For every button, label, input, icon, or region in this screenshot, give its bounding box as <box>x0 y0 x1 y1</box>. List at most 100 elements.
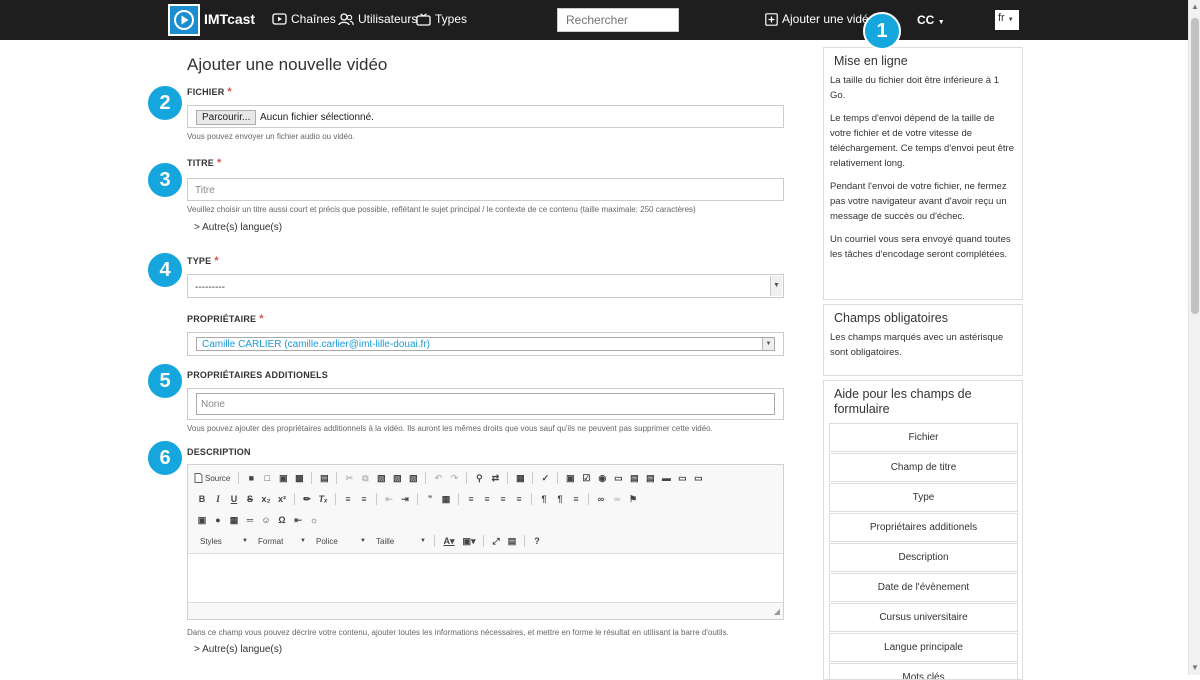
search-input[interactable] <box>557 8 679 32</box>
image-button-icon[interactable]: ▭ <box>674 470 690 486</box>
styles-combo[interactable]: Styles ▼ <box>194 534 252 548</box>
replace-icon[interactable]: ⇄ <box>487 470 503 486</box>
underline-icon[interactable]: U <box>226 491 242 507</box>
help-item-description[interactable]: Description <box>829 543 1018 572</box>
link-icon[interactable]: ∞ <box>593 491 609 507</box>
paste-icon[interactable]: ▧ <box>373 470 389 486</box>
title-other-languages-link[interactable]: > Autre(s) langue(s) <box>194 222 282 233</box>
select-all-icon[interactable]: ▦ <box>512 470 528 486</box>
scroll-up-arrow-icon[interactable]: ▲ <box>1189 0 1200 14</box>
checkbox-icon[interactable]: ☑ <box>578 470 594 486</box>
source-button[interactable]: Source <box>194 470 234 486</box>
unlink-icon[interactable]: ∞ <box>609 491 625 507</box>
help-item-additional-owners[interactable]: Propriétaires additionels <box>829 513 1018 542</box>
help-item-type[interactable]: Type <box>829 483 1018 512</box>
print-icon[interactable]: ▩ <box>291 470 307 486</box>
text-color-icon[interactable]: A▾ <box>439 533 459 549</box>
textarea-icon[interactable]: ▤ <box>626 470 642 486</box>
save-icon[interactable]: ■ <box>243 470 259 486</box>
size-combo[interactable]: Taille ▼ <box>370 534 430 548</box>
paste-text-icon[interactable]: ▧ <box>389 470 405 486</box>
browse-button[interactable]: Parcourir... <box>196 110 257 125</box>
spellcheck-icon[interactable]: ✓ <box>537 470 553 486</box>
justify-icon[interactable]: ≡ <box>511 491 527 507</box>
horizontal-rule-icon[interactable]: ═ <box>242 512 258 528</box>
nav-users[interactable]: Utilisateurs <box>338 12 417 26</box>
file-field[interactable]: Parcourir... Aucun fichier sélectionné. <box>187 105 784 128</box>
bulleted-list-icon[interactable]: ≡ <box>356 491 372 507</box>
help-item-university-course[interactable]: Cursus universitaire <box>829 603 1018 632</box>
italic-icon[interactable]: I <box>210 491 226 507</box>
brand-name[interactable]: IMTcast <box>204 11 255 27</box>
superscript-icon[interactable]: x² <box>274 491 290 507</box>
align-right-icon[interactable]: ≡ <box>495 491 511 507</box>
find-icon[interactable]: ⚲ <box>471 470 487 486</box>
templates-icon[interactable]: ▤ <box>316 470 332 486</box>
help-item-main-language[interactable]: Langue principale <box>829 633 1018 662</box>
blockquote-icon[interactable]: ” <box>422 491 438 507</box>
iframe-icon[interactable]: ☼ <box>306 512 322 528</box>
play-logo-icon[interactable] <box>168 4 200 36</box>
numbered-list-icon[interactable]: ≡ <box>340 491 356 507</box>
add-video-link[interactable]: Ajouter une vidéo <box>765 12 875 26</box>
indent-icon[interactable]: ⇥ <box>397 491 413 507</box>
background-color-icon[interactable]: ▣▾ <box>459 533 479 549</box>
outdent-icon[interactable]: ⇤ <box>381 491 397 507</box>
captions-menu[interactable]: CC ▼ <box>917 13 945 27</box>
align-center-icon[interactable]: ≡ <box>479 491 495 507</box>
copy-icon[interactable]: ⧉ <box>357 470 373 486</box>
help-icon[interactable]: ? <box>529 533 545 549</box>
preview-icon[interactable]: ▣ <box>275 470 291 486</box>
title-input[interactable]: Titre <box>187 178 784 201</box>
nav-channels[interactable]: Chaînes <box>272 12 336 26</box>
maximize-icon[interactable]: ⤢ <box>488 533 504 549</box>
file-label-text: Fichier <box>187 87 225 97</box>
redo-icon[interactable]: ↷ <box>446 470 462 486</box>
bold-icon[interactable]: B <box>194 491 210 507</box>
page-break-icon[interactable]: ⇤ <box>290 512 306 528</box>
language-icon[interactable]: ≡ <box>568 491 584 507</box>
undo-icon[interactable]: ↶ <box>430 470 446 486</box>
align-left-icon[interactable]: ≡ <box>463 491 479 507</box>
description-other-languages-link[interactable]: > Autre(s) langue(s) <box>194 644 282 655</box>
paste-word-icon[interactable]: ▧ <box>405 470 421 486</box>
button-field-icon[interactable]: ▬ <box>658 470 674 486</box>
font-combo[interactable]: Police ▼ <box>310 534 370 548</box>
show-blocks-icon[interactable]: ▤ <box>504 533 520 549</box>
resize-handle-icon[interactable]: ◢ <box>774 607 780 616</box>
owner-select[interactable]: Camille CARLIER (camille.carlier@imt-lil… <box>196 337 775 351</box>
subscript-icon[interactable]: x₂ <box>258 491 274 507</box>
editor-content-area[interactable] <box>188 553 783 603</box>
language-select[interactable]: fr ▼ <box>995 10 1019 30</box>
radio-icon[interactable]: ◉ <box>594 470 610 486</box>
new-page-icon[interactable]: □ <box>259 470 275 486</box>
scroll-thumb[interactable] <box>1191 18 1199 314</box>
remove-format-icon[interactable]: Tₓ <box>315 491 331 507</box>
form-icon[interactable]: ▣ <box>562 470 578 486</box>
ltr-icon[interactable]: ¶ <box>536 491 552 507</box>
help-item-keywords[interactable]: Mots clés <box>829 663 1018 679</box>
anchor-icon[interactable]: ⚑ <box>625 491 641 507</box>
copy-format-icon[interactable]: ✏ <box>299 491 315 507</box>
hidden-field-icon[interactable]: ▭ <box>690 470 706 486</box>
additional-owners-input[interactable]: None <box>196 393 775 415</box>
textfield-icon[interactable]: ▭ <box>610 470 626 486</box>
nav-types[interactable]: Types <box>416 12 467 26</box>
select-field-icon[interactable]: ▤ <box>642 470 658 486</box>
help-item-event-date[interactable]: Date de l'évènement <box>829 573 1018 602</box>
format-combo[interactable]: Format ▼ <box>252 534 310 548</box>
rtl-icon[interactable]: ¶ <box>552 491 568 507</box>
smiley-icon[interactable]: ☺ <box>258 512 274 528</box>
page-scrollbar[interactable]: ▲ ▼ <box>1188 0 1200 675</box>
div-container-icon[interactable]: ▦ <box>438 491 454 507</box>
type-select[interactable]: --------- ▼ <box>187 274 784 298</box>
image-icon[interactable]: ▣ <box>194 512 210 528</box>
scroll-down-arrow-icon[interactable]: ▼ <box>1189 661 1200 675</box>
flash-icon[interactable]: ● <box>210 512 226 528</box>
strikethrough-icon[interactable]: S <box>242 491 258 507</box>
special-char-icon[interactable]: Ω <box>274 512 290 528</box>
help-item-title[interactable]: Champ de titre <box>829 453 1018 482</box>
help-item-file[interactable]: Fichier <box>829 423 1018 452</box>
table-icon[interactable]: ▦ <box>226 512 242 528</box>
cut-icon[interactable]: ✂ <box>341 470 357 486</box>
